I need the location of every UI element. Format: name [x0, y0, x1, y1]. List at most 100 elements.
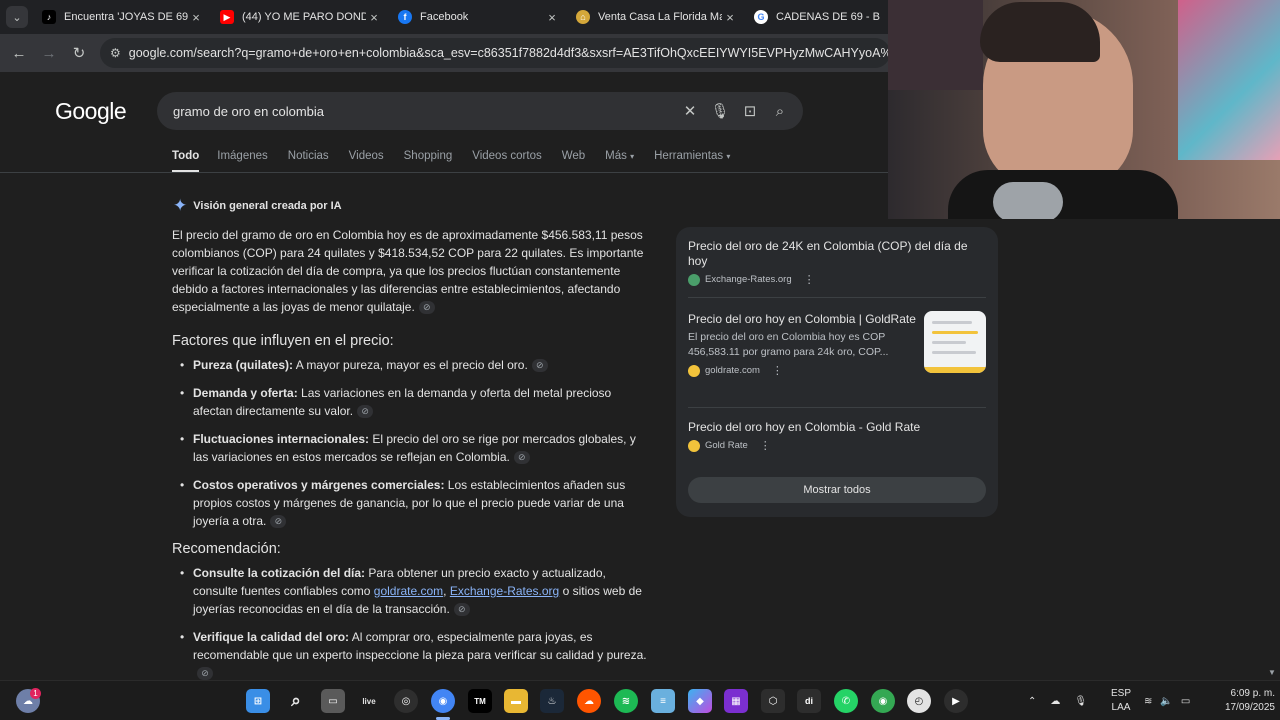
search-icon[interactable]: ⌕ [284, 689, 308, 713]
goldrate-link[interactable]: goldrate.com [374, 584, 443, 598]
source-description: El precio del oro en Colombia hoy es COP… [688, 331, 889, 358]
terminal-icon[interactable]: TM [468, 689, 492, 713]
volume-icon: 🔈 [1160, 695, 1173, 707]
link-icon[interactable]: ⊘ [531, 359, 548, 373]
taskbar: ☁ 1 ⊞ ⌕ ▭ live ◎ ◉ TM ▬ ♨ ☁ ≋ ≡ ◆ ▦ ⬡ di… [0, 680, 1280, 720]
reload-button[interactable]: ↻ [64, 38, 94, 68]
close-icon[interactable]: × [544, 9, 560, 25]
back-button[interactable]: ← [4, 38, 34, 68]
chrome-icon[interactable]: ◉ [431, 689, 455, 713]
link-icon[interactable]: ⊘ [270, 515, 287, 529]
item-label: Pureza (quilates): [193, 358, 294, 372]
more-options-icon[interactable]: ⋮ [760, 439, 771, 452]
ai-overview-header: ✦ Visión general creada por IA [173, 196, 342, 216]
source-exchange-rates[interactable]: Precio del oro de 24K en Colombia (COP) … [688, 239, 988, 286]
microphone-icon[interactable]: 🎙 [1074, 696, 1087, 707]
forward-button[interactable]: → [34, 38, 64, 68]
shield-app-icon[interactable]: ⬡ [761, 689, 785, 713]
site-info-icon[interactable]: ⚙ [110, 46, 121, 60]
source-title[interactable]: Precio del oro hoy en Colombia | GoldRat… [688, 312, 916, 327]
list-item: Demanda y oferta: Las variaciones en la … [180, 384, 650, 420]
item-label: Fluctuaciones internacionales: [193, 432, 370, 446]
filter-herramientas[interactable]: Herramientas ▾ [654, 150, 730, 173]
tab-title: Venta Casa La Florida Man [598, 11, 722, 23]
browser-tab-casa[interactable]: ⌂ Venta Casa La Florida Man × [568, 0, 746, 34]
source-goldrate[interactable]: Precio del oro hoy en Colombia | GoldRat… [688, 312, 916, 377]
clear-icon[interactable]: ✕ [675, 102, 705, 120]
search-icon[interactable]: ⌕ [765, 103, 795, 120]
language-indicator[interactable]: ESP LAA [1108, 687, 1134, 715]
filter-mas-label: Más [605, 150, 627, 162]
tab-title: Encuentra 'JOYAS DE 69' en [64, 11, 188, 23]
source-thumbnail[interactable] [924, 311, 986, 373]
steam-icon[interactable]: ♨ [540, 689, 564, 713]
browser-tab-tiktok[interactable]: ♪ Encuentra 'JOYAS DE 69' en × [34, 0, 212, 34]
exchange-rates-link[interactable]: Exchange-Rates.org [450, 584, 559, 598]
filter-noticias[interactable]: Noticias [288, 150, 329, 173]
filter-videos-cortos[interactable]: Videos cortos [472, 150, 541, 173]
soundcloud-icon[interactable]: ☁ [577, 689, 601, 713]
windows-start-icon[interactable]: ⊞ [246, 689, 270, 713]
language-code: ESP [1110, 688, 1131, 699]
ai-intro-paragraph: El precio del gramo de oro en Colombia h… [172, 226, 650, 316]
file-explorer-icon[interactable]: ▬ [504, 689, 528, 713]
source-title[interactable]: Precio del oro de 24K en Colombia (COP) … [688, 239, 988, 269]
system-tray: ⌃ ☁ 🎙 [1028, 681, 1087, 720]
clock-app-icon[interactable]: ◴ [907, 689, 931, 713]
tab-title: Facebook [420, 11, 469, 23]
task-view-icon[interactable]: ▭ [321, 689, 345, 713]
ai-overview-title: Visión general creada por IA [193, 200, 342, 212]
live-icon[interactable]: live [357, 689, 381, 713]
list-item: Fluctuaciones internacionales: El precio… [180, 430, 650, 466]
microphone-icon[interactable]: 🎙 [705, 102, 735, 120]
app-grid-icon[interactable]: ▦ [724, 689, 748, 713]
filter-web[interactable]: Web [562, 150, 585, 173]
browser-tab-youtube[interactable]: ▶ (44) YO ME PARO DONDE × [212, 0, 390, 34]
scroll-down-icon[interactable]: ▼ [1268, 668, 1276, 677]
show-all-button[interactable]: Mostrar todos [688, 477, 986, 503]
notepad-icon[interactable]: ≡ [651, 689, 675, 713]
filter-mas[interactable]: Más ▾ [605, 150, 634, 173]
source-gold-rate[interactable]: Precio del oro hoy en Colombia - Gold Ra… [688, 420, 988, 452]
cloud-off-icon[interactable]: ☁ [1050, 696, 1060, 707]
system-clock[interactable]: 6:09 p. m. 17/09/2025 [1205, 687, 1275, 715]
link-icon[interactable]: ⊘ [453, 603, 470, 617]
chevron-up-icon[interactable]: ⌃ [1028, 696, 1036, 707]
search-box[interactable]: gramo de oro en colombia ✕ 🎙 ⊡ ⌕ [157, 92, 803, 130]
copilot-icon[interactable]: ◆ [688, 689, 712, 713]
whatsapp-icon[interactable]: ✆ [834, 689, 858, 713]
more-options-icon[interactable]: ⋮ [772, 364, 783, 377]
close-icon[interactable]: × [366, 9, 382, 25]
factors-list: Pureza (quilates): A mayor pureza, mayor… [172, 356, 650, 530]
source-divider [688, 297, 986, 298]
google-logo[interactable]: Google [55, 98, 127, 125]
obs-icon[interactable]: ◎ [394, 689, 418, 713]
link-icon[interactable]: ⊘ [513, 451, 530, 465]
source-title[interactable]: Precio del oro hoy en Colombia - Gold Ra… [688, 420, 988, 435]
tab-search-button[interactable]: ⌄ [0, 0, 34, 34]
close-icon[interactable]: × [722, 9, 738, 25]
search-input[interactable]: gramo de oro en colombia [173, 104, 675, 119]
spotify-icon[interactable]: ≋ [614, 689, 638, 713]
wifi-icon: ≋ [1144, 695, 1153, 707]
camera-lens-icon[interactable]: ⊡ [735, 102, 765, 120]
davinci-icon[interactable]: di [797, 689, 821, 713]
link-icon[interactable]: ⊘ [197, 667, 213, 681]
media-player-icon[interactable]: ▶ [944, 689, 968, 713]
chrome-profile-icon[interactable]: ◉ [871, 689, 895, 713]
filter-imagenes[interactable]: Imágenes [217, 150, 268, 173]
filter-videos[interactable]: Videos [349, 150, 384, 173]
address-bar[interactable]: ⚙ google.com/search?q=gramo+de+oro+en+co… [100, 38, 890, 68]
caret-down-icon: ▾ [726, 152, 731, 161]
close-icon[interactable]: × [188, 9, 204, 25]
more-options-icon[interactable]: ⋮ [804, 273, 815, 286]
caret-down-icon: ▾ [630, 152, 635, 161]
status-icons[interactable]: ≋ 🔈 ▭ [1144, 681, 1190, 720]
link-icon[interactable]: ⊘ [418, 301, 435, 315]
filter-todo[interactable]: Todo [172, 150, 200, 173]
source-site: goldrate.com ⋮ [688, 364, 916, 377]
link-icon[interactable]: ⊘ [357, 405, 374, 419]
filter-shopping[interactable]: Shopping [404, 150, 453, 173]
browser-tab-cadenas[interactable]: G CADENAS DE 69 - Buscar c [746, 0, 888, 34]
browser-tab-facebook[interactable]: f Facebook × [390, 0, 568, 34]
